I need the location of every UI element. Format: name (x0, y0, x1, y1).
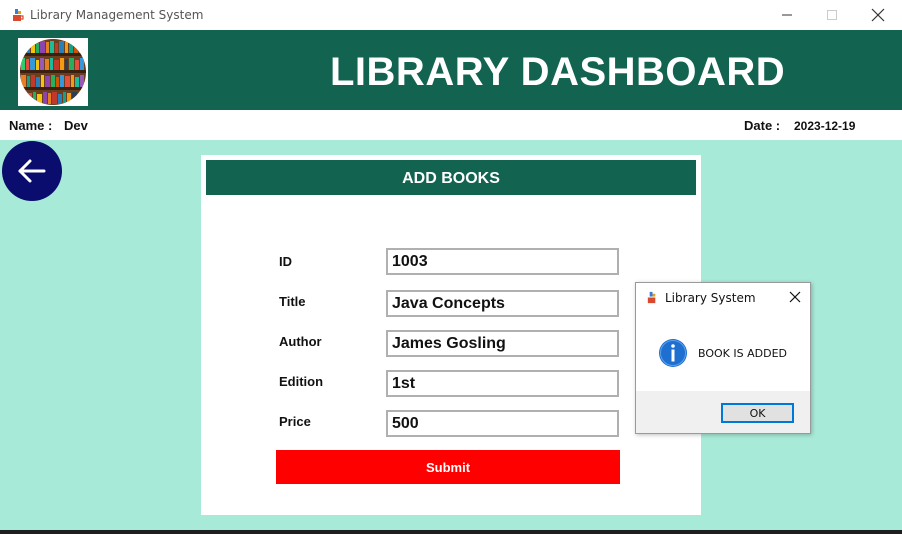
id-input[interactable]: 1003 (386, 248, 619, 275)
arrow-left-icon (18, 159, 46, 183)
ok-button[interactable]: OK (721, 403, 794, 423)
bookshelf-logo (18, 38, 88, 106)
dialog-message: BOOK IS ADDED (698, 347, 787, 360)
title-label: Title (279, 294, 306, 309)
minimize-button[interactable] (764, 0, 810, 30)
edition-input[interactable]: 1st (386, 370, 619, 397)
name-value: Dev (64, 118, 88, 133)
name-label: Name : (9, 118, 53, 133)
java-cup-icon (13, 9, 24, 21)
edition-label: Edition (279, 374, 324, 389)
dashboard-title: LIBRARY DASHBOARD (330, 50, 786, 94)
maximize-button[interactable] (809, 0, 855, 30)
author-label: Author (279, 334, 322, 349)
date-value: 2023-12-19 (794, 119, 856, 133)
close-window-button[interactable] (855, 0, 901, 30)
date-label: Date : (744, 118, 781, 133)
title-input[interactable]: Java Concepts (386, 290, 619, 317)
maximize-icon (827, 10, 837, 20)
info-icon (659, 339, 687, 367)
back-button[interactable] (2, 141, 62, 201)
price-input[interactable]: 500 (386, 410, 619, 437)
minimize-icon (782, 14, 792, 16)
bottom-border (0, 530, 902, 534)
java-cup-icon (647, 291, 656, 304)
close-icon (871, 8, 885, 22)
panel-title: ADD BOOKS (402, 170, 500, 187)
close-icon (789, 291, 801, 303)
dialog-title: Library System (665, 291, 756, 305)
dialog-close-button[interactable] (786, 289, 804, 305)
author-input[interactable]: James Gosling (386, 330, 619, 357)
window-title: Library Management System (30, 8, 204, 22)
submit-button[interactable]: Submit (276, 450, 620, 484)
price-label: Price (279, 414, 311, 429)
id-label: ID (279, 254, 292, 269)
